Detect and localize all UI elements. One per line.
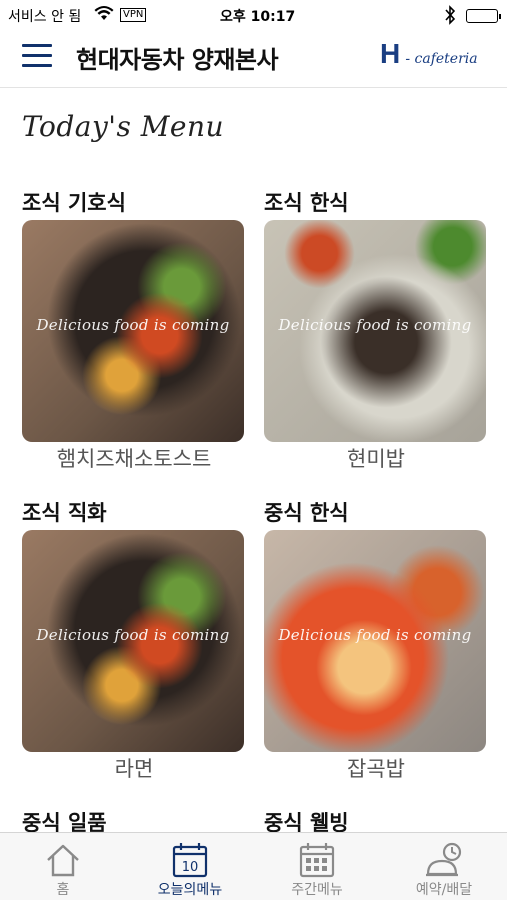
bluetooth-icon (444, 5, 456, 29)
photo-caption: Delicious food is coming (36, 626, 230, 644)
menu-card[interactable]: 조식 직화 Delicious food is coming 라면 (22, 500, 246, 784)
menu-card[interactable]: 중식 일품 (22, 810, 246, 832)
photo-caption: Delicious food is coming (36, 316, 230, 334)
meal-category: 중식 일품 (22, 811, 107, 832)
logo-letter: H (380, 38, 401, 69)
todays-menu-heading: Today's Menu (22, 110, 225, 143)
status-bar: 서비스 안 됨 VPN 오후 10:17 (0, 0, 507, 30)
photo-caption: Delicious food is coming (278, 626, 472, 644)
tab-weekly-menu[interactable]: 주간메뉴 (254, 833, 380, 900)
carrier-text: 서비스 안 됨 (8, 9, 82, 25)
meal-category: 조식 직화 (22, 501, 107, 525)
food-photo[interactable]: Delicious food is coming (22, 530, 244, 752)
logo-text: - cafeteria (405, 51, 478, 67)
battery-icon (466, 9, 501, 23)
meal-category: 조식 한식 (264, 191, 349, 215)
tab-label: 오늘의메뉴 (157, 882, 223, 898)
menu-grid: 조식 기호식 Delicious food is coming 햄치즈채소토스트… (0, 180, 507, 832)
food-photo[interactable]: Delicious food is coming (264, 530, 486, 752)
home-icon (44, 841, 82, 879)
tab-reservation-delivery[interactable]: 예약/배달 (381, 833, 507, 900)
tab-label: 예약/배달 (415, 882, 473, 898)
meal-category: 조식 기호식 (22, 191, 126, 215)
calendar-week-icon (298, 841, 336, 879)
status-time: 오후 10:17 (220, 9, 296, 25)
menu-card[interactable]: 중식 한식 Delicious food is coming 잡곡밥 (264, 500, 488, 784)
food-photo[interactable]: Delicious food is coming (22, 220, 244, 442)
dish-name: 현미밥 (347, 447, 405, 471)
dish-name: 햄치즈채소토스트 (56, 447, 212, 471)
tab-todays-menu[interactable]: 10 오늘의메뉴 (127, 833, 253, 900)
meal-category: 중식 한식 (264, 501, 349, 525)
dish-name: 잡곡밥 (347, 757, 405, 781)
photo-caption: Delicious food is coming (278, 316, 472, 334)
h-cafeteria-logo: H - cafeteria (380, 38, 478, 70)
reservation-clock-icon (425, 841, 463, 879)
food-photo[interactable]: Delicious food is coming (264, 220, 486, 442)
calendar-today-icon: 10 (171, 841, 209, 879)
bottom-tab-bar: 홈 10 오늘의메뉴 주간메뉴 예약/배달 (0, 832, 507, 900)
hamburger-menu-icon[interactable] (22, 44, 52, 68)
tab-home[interactable]: 홈 (0, 833, 126, 900)
tab-label: 홈 (56, 882, 70, 898)
menu-card[interactable]: 중식 웰빙 (264, 810, 488, 832)
vpn-badge: VPN (120, 8, 147, 22)
app-header: 현대자동차 양재본사 H - cafeteria (0, 30, 507, 88)
meal-category: 중식 웰빙 (264, 811, 349, 832)
tab-label: 주간메뉴 (291, 882, 343, 898)
page-title: 현대자동차 양재본사 (76, 46, 279, 74)
menu-card[interactable]: 조식 한식 Delicious food is coming 현미밥 (264, 190, 488, 474)
dish-name: 라면 (114, 757, 154, 781)
wifi-icon (94, 6, 114, 26)
menu-card[interactable]: 조식 기호식 Delicious food is coming 햄치즈채소토스트 (22, 190, 246, 474)
calendar-day-number: 10 (182, 860, 199, 875)
